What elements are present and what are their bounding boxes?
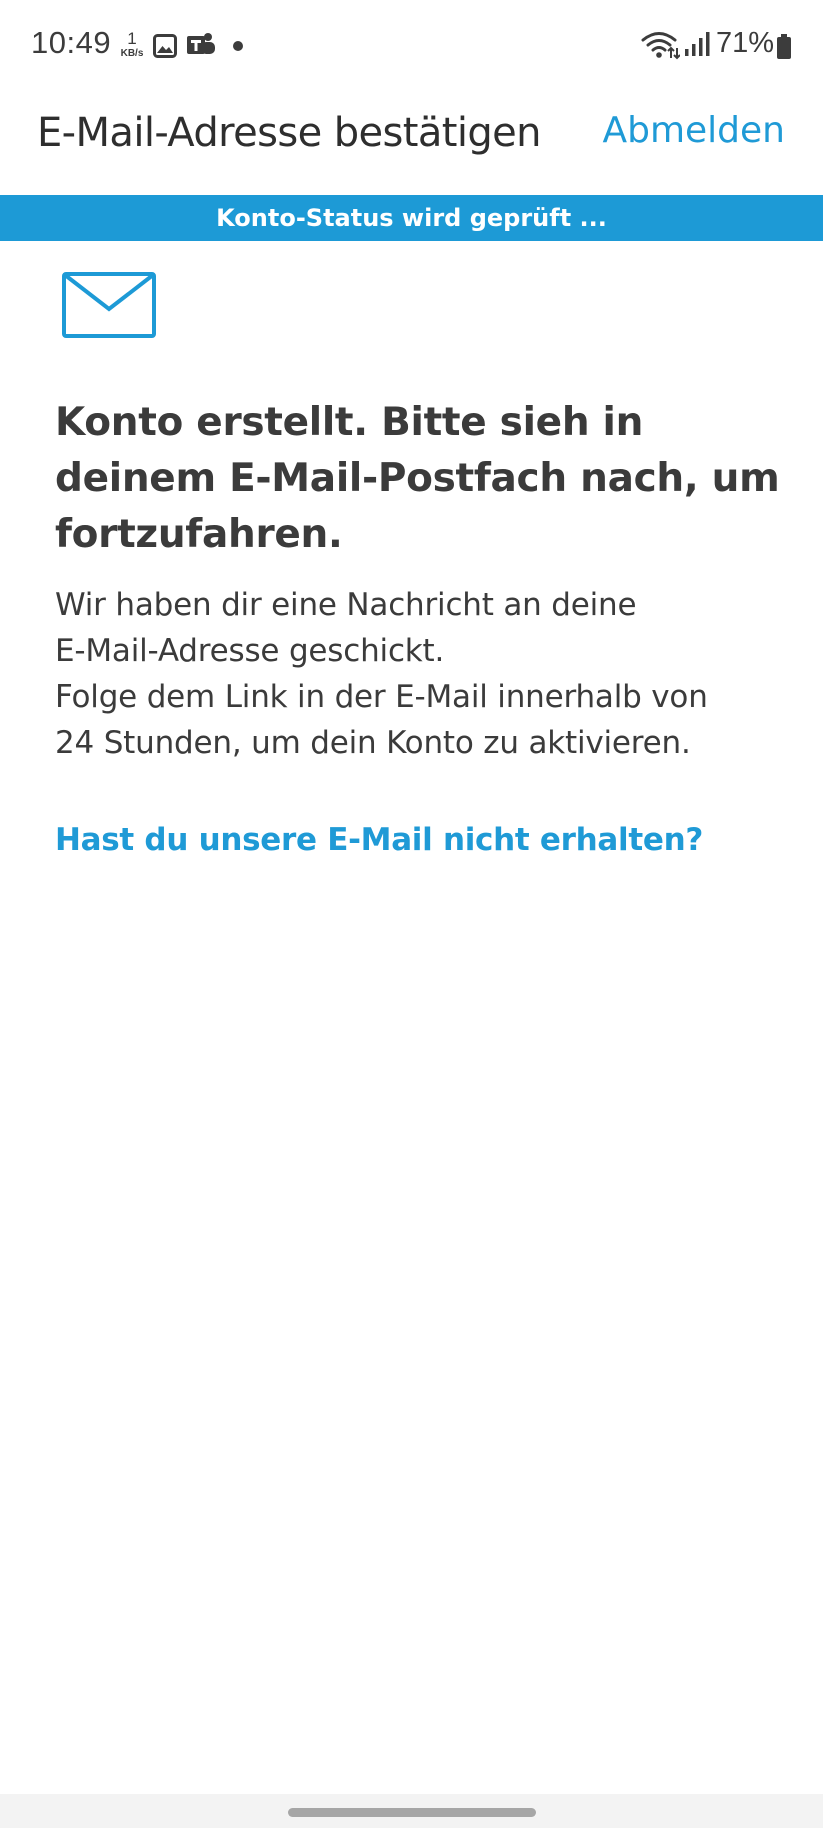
gallery-icon — [153, 34, 177, 58]
status-time: 10:49 — [31, 25, 112, 60]
body-line: 24 Stunden, um dein Konto zu aktivieren. — [55, 725, 691, 761]
sign-out-button[interactable]: Abmelden — [602, 110, 785, 151]
notification-dot — [233, 41, 243, 51]
app-bar: E-Mail-Adresse bestätigen Abmelden — [0, 92, 823, 194]
account-status-banner: Konto-Status wird geprüft ... — [0, 195, 823, 241]
network-speed: 1 KB/s — [117, 30, 147, 59]
teams-icon — [187, 33, 215, 54]
network-speed-value: 1 — [127, 29, 137, 48]
home-indicator[interactable] — [288, 1808, 536, 1817]
body-line: Folge dem Link in der E-Mail innerhalb v… — [55, 679, 708, 715]
battery-percentage: 71% — [716, 27, 775, 59]
page-title: E-Mail-Adresse bestätigen — [37, 110, 542, 156]
envelope-icon — [62, 272, 156, 338]
confirmation-heading: Konto erstellt. Bitte sieh in deinem E-M… — [55, 400, 780, 557]
resend-email-link[interactable]: Hast du unsere E-Mail nicht erhalten? — [55, 822, 703, 858]
battery-icon — [777, 34, 791, 59]
confirmation-body: Wir haben dir eine Nachricht an deine E-… — [55, 582, 795, 766]
network-speed-unit: KB/s — [120, 48, 144, 59]
navigation-bar — [0, 1794, 823, 1828]
signal-icon — [685, 32, 710, 56]
status-bar: 10:49 1 KB/s 71% — [0, 0, 823, 92]
body-line: E-Mail-Adresse geschickt. — [55, 633, 445, 669]
body-line: Wir haben dir eine Nachricht an deine — [55, 587, 637, 623]
wifi-icon — [641, 32, 680, 60]
